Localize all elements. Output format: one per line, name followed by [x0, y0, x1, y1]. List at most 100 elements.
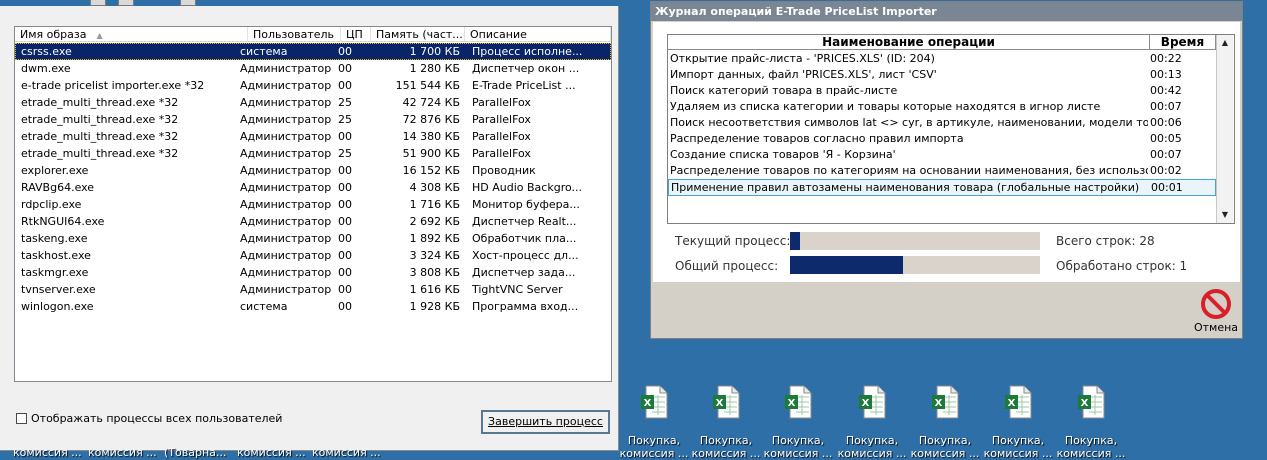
process-row[interactable]: winlogon.exe система 00 1 928 КБ Программа в… — [15, 298, 611, 315]
process-name: taskeng.exe — [21, 232, 88, 245]
current-process-label: Текущий процесс: — [675, 234, 791, 248]
process-list[interactable]: Имя образа ▲ Пользователь ЦП Память (част… — [14, 26, 612, 382]
process-description: Диспетчер Realt... — [472, 215, 577, 228]
process-memory: 14 380 КБ — [402, 130, 460, 143]
process-row[interactable]: etrade_multi_thread.exe *32 Администратор… — [15, 128, 611, 145]
process-memory: 1 716 КБ — [409, 198, 460, 211]
excel-file-icon: X — [785, 385, 812, 419]
desktop-file-icon[interactable]: X Покупка, комиссия ... — [1055, 385, 1127, 460]
process-row[interactable]: dwm.exe Администратор 00 1 280 КБ Диспетчер … — [15, 60, 611, 77]
process-row[interactable]: taskhost.exe Администратор 00 3 324 КБ Хост-… — [15, 247, 611, 264]
operation-time: 00:22 — [1150, 52, 1182, 65]
column-header-operation[interactable]: Наименование операции — [668, 35, 1150, 50]
process-cpu: 00 — [338, 283, 352, 296]
task-manager-window: Имя образа ▲ Пользователь ЦП Память (част… — [0, 6, 619, 451]
checkbox-box[interactable] — [16, 413, 27, 424]
end-process-button[interactable]: Завершить процесс — [481, 410, 610, 434]
desktop-file-icon[interactable]: X Покупка, комиссия ... — [762, 385, 834, 460]
process-cpu: 00 — [338, 45, 352, 58]
file-name-line2: комиссия ... — [691, 447, 761, 460]
column-header-image-name[interactable]: Имя образа ▲ — [15, 27, 248, 42]
desktop-file-icon[interactable]: X Покупка, комиссия ... — [690, 385, 762, 460]
column-header-cpu[interactable]: ЦП — [341, 27, 371, 42]
file-name-line1: Покупка, — [918, 434, 972, 447]
operation-time: 00:07 — [1150, 100, 1182, 113]
svg-text:X: X — [1008, 398, 1016, 409]
cancel-button[interactable]: Отмена — [1192, 286, 1240, 336]
process-cpu: 00 — [338, 181, 352, 194]
operation-row[interactable]: Поиск категорий товара в прайс-листе 00:4… — [668, 83, 1216, 99]
process-memory: 1 616 КБ — [409, 283, 460, 296]
scroll-up-icon[interactable]: ▲ — [1217, 35, 1233, 51]
process-row[interactable]: rdpclip.exe Администратор 00 1 716 КБ Монито… — [15, 196, 611, 213]
process-row[interactable]: csrss.exe система 00 1 700 КБ Процесс исполн… — [15, 43, 611, 60]
process-user: Администратор — [240, 96, 332, 109]
file-name-line2: комиссия ... — [619, 447, 689, 460]
process-description: Процесс исполне... — [472, 45, 583, 58]
process-row[interactable]: tvnserver.exe Администратор 00 1 616 КБ Tigh… — [15, 281, 611, 298]
process-row[interactable]: etrade_multi_thread.exe *32 Администратор… — [15, 94, 611, 111]
log-body: Наименование операции Время Открытие пра… — [653, 22, 1240, 282]
file-name-line2: комиссия ... — [1056, 447, 1126, 460]
operation-row[interactable]: Поиск несоответствия символов lat <> cyr… — [668, 115, 1216, 131]
operation-name: Поиск категорий товара в прайс-листе — [670, 84, 898, 97]
process-description: HD Audio Backgro... — [472, 181, 582, 194]
desktop-label: комиссия ... — [237, 446, 306, 459]
file-name-line1: Покупка, — [845, 434, 899, 447]
process-description: ParallelFox — [472, 130, 531, 143]
svg-text:X: X — [935, 398, 943, 409]
operation-row[interactable]: Распределение товаров по категориям на о… — [668, 163, 1216, 179]
desktop-file-icon[interactable]: X Покупка, комиссия ... — [618, 385, 690, 460]
column-header-memory[interactable]: Память (част... — [371, 27, 465, 42]
file-name-line1: Покупка, — [991, 434, 1045, 447]
column-header-time[interactable]: Время — [1150, 35, 1216, 50]
current-progress-bar — [790, 232, 1040, 250]
grid-scrollbar[interactable]: ▲ ▼ — [1216, 35, 1233, 223]
process-description: ParallelFox — [472, 113, 531, 126]
process-cpu: 00 — [338, 62, 352, 75]
process-user: Администратор — [240, 181, 332, 194]
process-memory: 1 700 КБ — [409, 45, 460, 58]
process-row[interactable]: e-trade pricelist importer.exe *32 Админи… — [15, 77, 611, 94]
process-row[interactable]: etrade_multi_thread.exe *32 Администратор… — [15, 145, 611, 162]
svg-text:X: X — [862, 398, 870, 409]
excel-file-icon: X — [641, 385, 668, 419]
process-row[interactable]: taskmgr.exe Администратор 00 3 808 КБ Диспет… — [15, 264, 611, 281]
operation-row[interactable]: Распределение товаров согласно правил им… — [668, 131, 1216, 147]
operation-name: Распределение товаров по категориям на о… — [670, 164, 1148, 177]
process-name: taskmgr.exe — [21, 266, 89, 279]
process-row[interactable]: RAVBg64.exe Администратор 00 4 308 КБ HD Aud… — [15, 179, 611, 196]
operation-time: 00:02 — [1150, 164, 1182, 177]
process-row[interactable]: taskeng.exe Администратор 00 1 892 КБ Обрабо… — [15, 230, 611, 247]
file-name-line1: Покупка, — [1064, 434, 1118, 447]
process-row[interactable]: RtkNGUI64.exe Администратор 00 2 692 КБ Дисп… — [15, 213, 611, 230]
scroll-down-icon[interactable]: ▼ — [1217, 207, 1233, 223]
process-memory: 2 692 КБ — [409, 215, 460, 228]
desktop-file-icon[interactable]: X Покупка, комиссия ... — [836, 385, 908, 460]
operation-row[interactable]: Открытие прайс-листа - 'PRICES.XLS' (ID:… — [668, 51, 1216, 67]
process-name: rdpclip.exe — [21, 198, 82, 211]
process-user: Администратор — [240, 62, 332, 75]
process-memory: 1 928 КБ — [409, 300, 460, 313]
operation-row[interactable]: Применение правил автозамены наименовани… — [668, 179, 1216, 196]
process-memory: 3 324 КБ — [409, 249, 460, 262]
process-name: e-trade pricelist importer.exe *32 — [21, 79, 205, 92]
process-name: RAVBg64.exe — [21, 181, 95, 194]
cancel-icon — [1201, 289, 1231, 319]
desktop-file-icon[interactable]: X Покупка, комиссия ... — [982, 385, 1054, 460]
operation-row[interactable]: Удаляем из списка категории и товары кот… — [668, 99, 1216, 115]
operation-row[interactable]: Импорт данных, файл 'PRICES.XLS', лист '… — [668, 67, 1216, 83]
process-row[interactable]: explorer.exe Администратор 00 16 152 КБ Пров… — [15, 162, 611, 179]
desktop-file-icon[interactable]: X Покупка, комиссия ... — [909, 385, 981, 460]
operation-time: 00:13 — [1150, 68, 1182, 81]
process-cpu: 25 — [338, 96, 352, 109]
operations-grid[interactable]: Наименование операции Время Открытие пра… — [667, 34, 1235, 224]
process-cpu: 00 — [338, 164, 352, 177]
operation-row[interactable]: Создание списка товаров 'Я - Корзина' 00:… — [668, 147, 1216, 163]
column-header-description[interactable]: Описание — [465, 27, 611, 42]
column-header-user[interactable]: Пользователь — [248, 27, 341, 42]
process-row[interactable]: etrade_multi_thread.exe *32 Администратор… — [15, 111, 611, 128]
sort-ascending-icon: ▲ — [96, 31, 103, 40]
process-cpu: 00 — [338, 266, 352, 279]
operation-time: 00:07 — [1150, 148, 1182, 161]
